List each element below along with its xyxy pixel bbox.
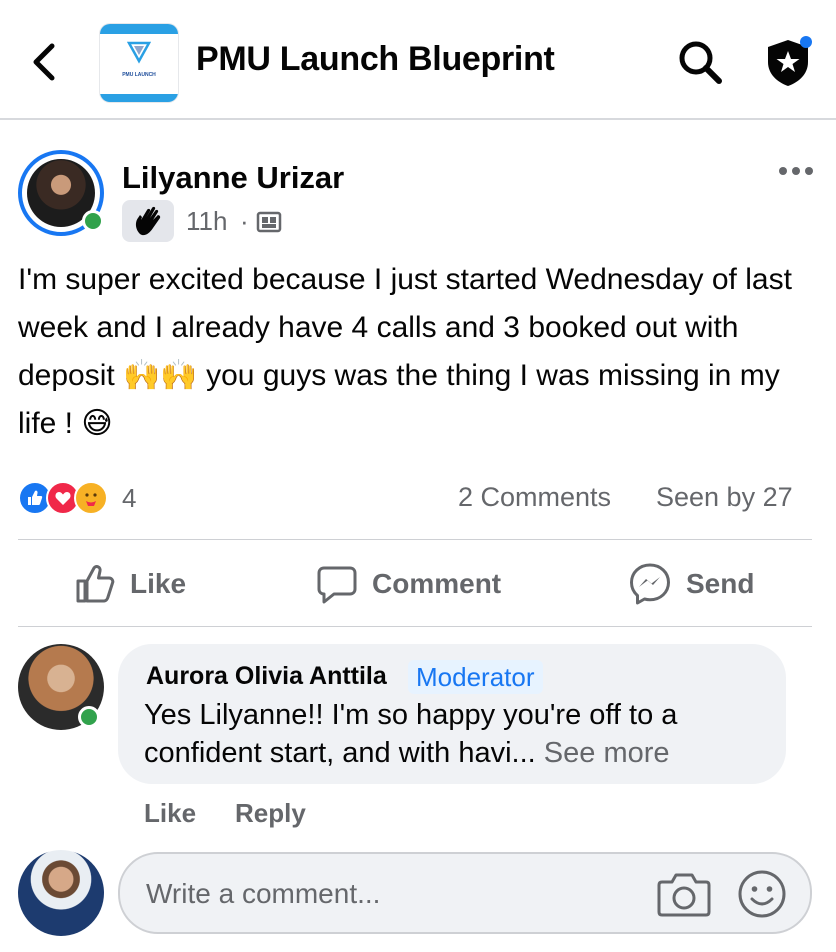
top-bar: PMU LAUNCH PMU Launch Blueprint bbox=[0, 0, 836, 120]
post-text: I'm super excited because I just started… bbox=[18, 263, 792, 440]
meta-separator: · bbox=[240, 206, 249, 236]
logo-text: PMU LAUNCH bbox=[122, 72, 156, 78]
commenter-avatar[interactable] bbox=[18, 644, 104, 730]
group-title[interactable]: PMU Launch Blueprint bbox=[196, 40, 555, 79]
group-logo[interactable]: PMU LAUNCH bbox=[100, 24, 178, 102]
reactions-summary[interactable]: 4 bbox=[18, 478, 136, 518]
photo-icon bbox=[256, 210, 282, 239]
camera-button[interactable] bbox=[656, 868, 712, 920]
search-button[interactable] bbox=[676, 38, 724, 86]
send-button[interactable]: Send bbox=[628, 558, 754, 610]
comments-count[interactable]: 2 Comments bbox=[458, 482, 611, 513]
more-dots-icon bbox=[779, 167, 813, 175]
comment-reply-button[interactable]: Reply bbox=[235, 798, 306, 829]
more-options-button[interactable] bbox=[774, 150, 818, 190]
like-button[interactable]: Like bbox=[74, 558, 186, 610]
online-indicator bbox=[78, 706, 100, 728]
member-badge[interactable] bbox=[122, 200, 174, 242]
comment-like-button[interactable]: Like bbox=[144, 798, 196, 829]
author-avatar[interactable] bbox=[18, 150, 104, 236]
admin-tools-button[interactable] bbox=[760, 34, 816, 90]
back-button[interactable] bbox=[22, 38, 66, 86]
comment-author[interactable]: Aurora Olivia Anttila bbox=[146, 662, 387, 691]
comment-text: Yes Lilyanne!! I'm so happy you're off t… bbox=[144, 696, 764, 772]
like-label: Like bbox=[130, 568, 187, 599]
care-reaction-icon bbox=[74, 481, 108, 515]
emoji-button[interactable] bbox=[736, 868, 788, 920]
triangle-logo-icon bbox=[127, 41, 151, 64]
smiley-icon bbox=[738, 870, 786, 918]
messenger-icon bbox=[630, 563, 670, 605]
search-icon bbox=[679, 41, 722, 84]
divider bbox=[18, 626, 812, 627]
wave-hand-icon bbox=[135, 206, 161, 236]
post-time[interactable]: 11h bbox=[186, 206, 227, 237]
notification-dot bbox=[800, 36, 812, 48]
reaction-count: 4 bbox=[122, 482, 137, 513]
comment-button[interactable]: Comment bbox=[316, 558, 501, 610]
divider bbox=[18, 539, 812, 540]
comment-input[interactable] bbox=[146, 872, 646, 916]
thumbs-up-icon bbox=[76, 565, 115, 603]
moderator-badge: Moderator bbox=[408, 660, 543, 694]
post-author[interactable]: Lilyanne Urizar bbox=[122, 160, 344, 196]
seen-by-count[interactable]: Seen by 27 bbox=[656, 482, 793, 513]
comment-composer[interactable] bbox=[118, 852, 812, 934]
online-indicator bbox=[82, 210, 104, 232]
current-user-avatar[interactable] bbox=[18, 850, 104, 936]
chevron-left-icon bbox=[33, 43, 55, 81]
camera-icon bbox=[657, 873, 711, 917]
comment-bubble-icon bbox=[317, 566, 357, 604]
send-label: Send bbox=[686, 568, 755, 599]
see-more-link[interactable]: See more bbox=[544, 737, 670, 769]
comment-label: Comment bbox=[372, 568, 502, 599]
